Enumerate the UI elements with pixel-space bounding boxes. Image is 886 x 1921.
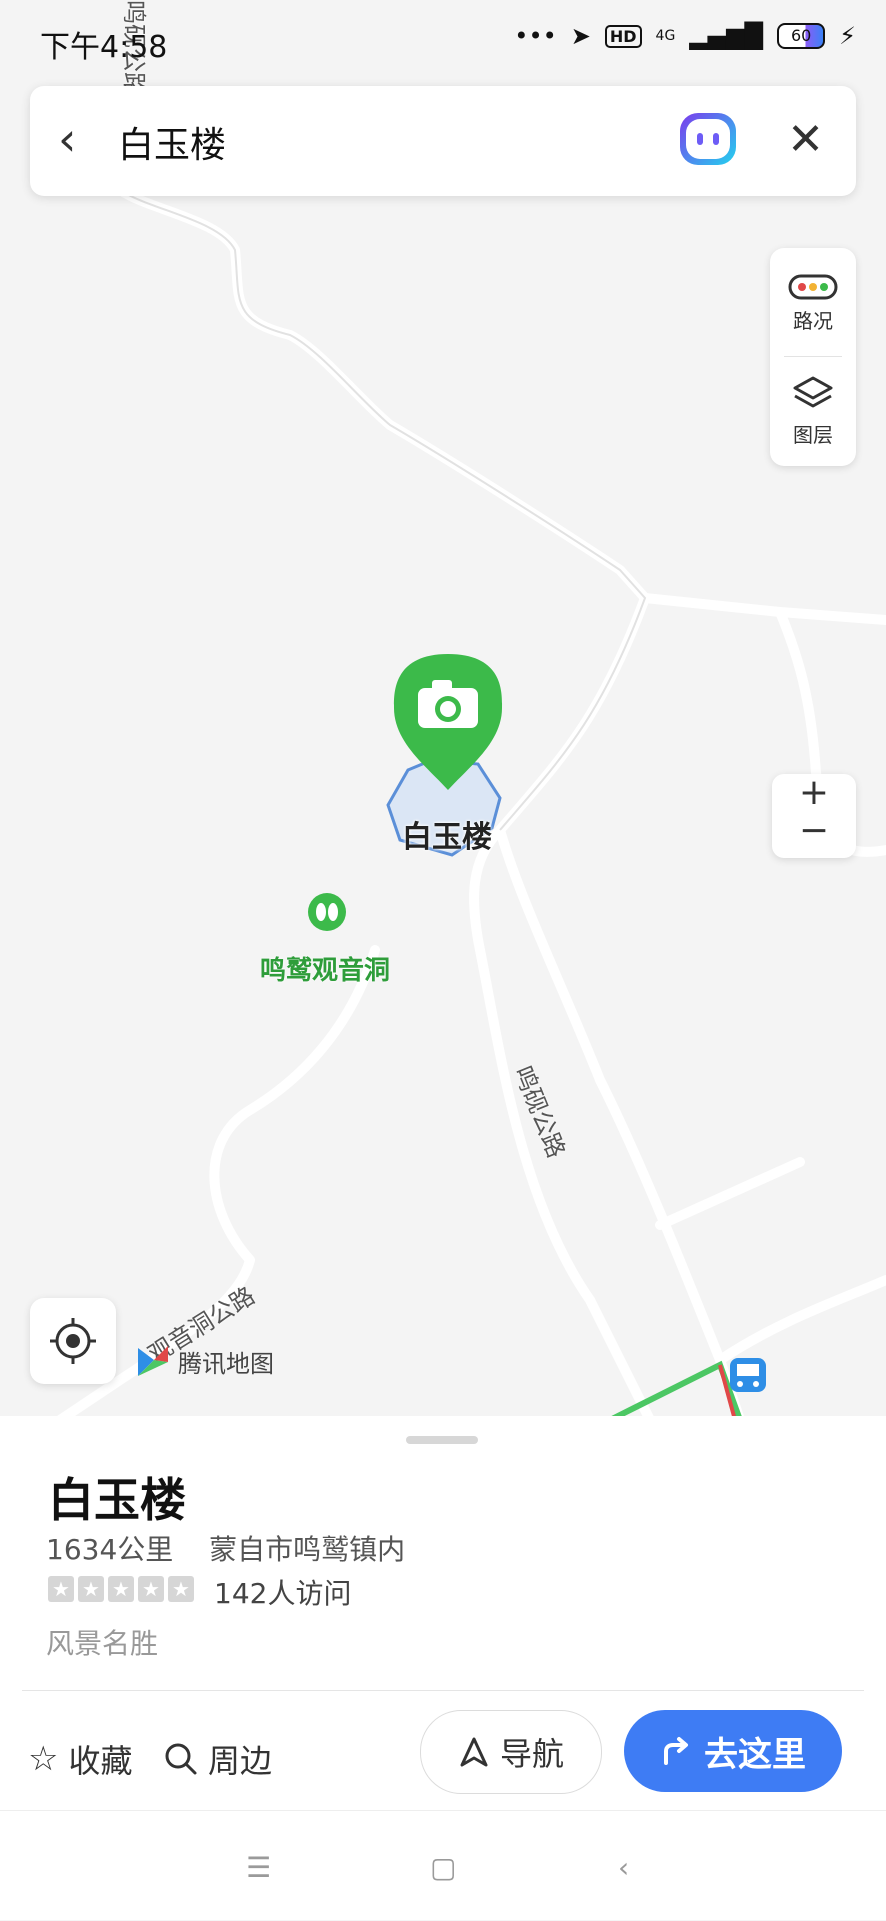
- zoom-out-button[interactable]: −: [772, 812, 856, 850]
- map-canvas[interactable]: 白玉楼 鸣鹫观音洞 鸣砚公路 鸣砚公路 观音洞公路: [0, 0, 886, 1420]
- locate-button[interactable]: [30, 1298, 116, 1384]
- charging-icon: ⚡: [839, 22, 856, 50]
- bus-stop-marker: [730, 1358, 766, 1392]
- place-category: 风景名胜: [46, 1627, 159, 1660]
- go-here-button[interactable]: 去这里: [624, 1710, 842, 1792]
- layers-label: 图层: [793, 423, 833, 447]
- rating-stars: ★ ★ ★ ★ ★: [48, 1576, 194, 1602]
- close-icon[interactable]: ✕: [787, 114, 824, 166]
- network-label: 4G: [655, 28, 676, 44]
- traffic-label: 路况: [793, 309, 833, 333]
- zoom-control: + −: [772, 774, 856, 858]
- search-input[interactable]: 白玉楼: [118, 116, 226, 168]
- location-arrow-icon: ➤: [570, 22, 591, 50]
- place-address: 蒙自市鸣鹫镇内: [209, 1533, 406, 1566]
- layers-button[interactable]: 图层: [770, 374, 856, 448]
- place-distance: 1634公里: [46, 1533, 174, 1566]
- nearby-button[interactable]: 周边: [164, 1736, 272, 1782]
- navigate-button[interactable]: 导航: [420, 1710, 602, 1794]
- secondary-poi-label[interactable]: 鸣鹫观音洞: [260, 950, 390, 987]
- star-icon: ★: [48, 1576, 74, 1602]
- system-nav-bar: ☰ ▢ ‹: [0, 1810, 886, 1921]
- back-nav-icon[interactable]: ‹: [618, 1851, 629, 1884]
- traffic-button[interactable]: 路况: [770, 274, 856, 334]
- navigation-arrow-icon: [460, 1737, 488, 1767]
- visit-count: 142人访问: [214, 1577, 352, 1610]
- map-brand: 腾讯地图: [134, 1342, 274, 1380]
- favorite-button[interactable]: ☆ 收藏: [28, 1736, 133, 1782]
- place-name: 白玉楼: [48, 1473, 186, 1527]
- place-detail-sheet[interactable]: 白玉楼 1634公里 蒙自市鸣鹫镇内 ★ ★ ★ ★ ★ 142人访问 风景名胜…: [0, 1416, 886, 1920]
- status-icons: ••• ➤ HD 4G ▂▄▆█ 60 ⚡: [514, 22, 856, 50]
- brand-label: 腾讯地图: [178, 1349, 274, 1378]
- layer-divider: [784, 356, 842, 357]
- map-layer-panel: 路况 图层: [770, 248, 856, 466]
- star-icon: ★: [78, 1576, 104, 1602]
- status-time: 下午4:58: [40, 30, 168, 65]
- map-roads: [55, 185, 886, 1420]
- star-icon: ★: [168, 1576, 194, 1602]
- star-outline-icon: ☆: [28, 1739, 59, 1779]
- go-here-label: 去这里: [704, 1734, 806, 1775]
- assistant-icon[interactable]: [680, 113, 736, 165]
- menu-icon[interactable]: ☰: [246, 1851, 271, 1884]
- hd-icon: HD: [604, 24, 642, 48]
- navigate-label: 导航: [499, 1735, 564, 1773]
- favorite-label: 收藏: [68, 1742, 133, 1780]
- nearby-label: 周边: [208, 1742, 273, 1780]
- layers-icon: [793, 376, 833, 408]
- star-icon: ★: [108, 1576, 134, 1602]
- tencent-map-logo-icon: [138, 1346, 168, 1376]
- search-icon: [165, 1743, 197, 1775]
- signal-icon: ▂▄▆█: [689, 22, 764, 50]
- zoom-in-button[interactable]: +: [772, 774, 856, 812]
- crosshair-icon: [50, 1318, 96, 1364]
- traffic-icon: [788, 274, 838, 300]
- secondary-pin: [308, 893, 346, 931]
- sheet-handle[interactable]: [406, 1436, 478, 1444]
- turn-right-icon: [664, 1737, 688, 1765]
- sheet-divider: [22, 1690, 864, 1691]
- selected-poi-label[interactable]: 白玉楼: [402, 812, 492, 856]
- battery-icon: 60: [777, 23, 826, 49]
- more-dots-icon: •••: [514, 22, 557, 50]
- status-bar: 下午4:58 ••• ➤ HD 4G ▂▄▆█ 60 ⚡: [0, 0, 886, 80]
- star-icon: ★: [138, 1576, 164, 1602]
- home-icon[interactable]: ▢: [430, 1851, 456, 1884]
- place-meta: 1634公里 蒙自市鸣鹫镇内: [46, 1528, 405, 1568]
- search-bar[interactable]: ‹ 白玉楼 ✕: [30, 86, 856, 196]
- back-icon[interactable]: ‹: [58, 116, 108, 166]
